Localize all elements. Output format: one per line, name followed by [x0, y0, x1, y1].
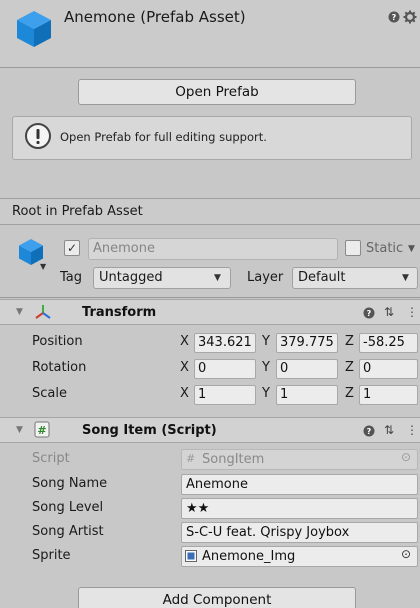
axis-y-label[interactable]: Y: [262, 334, 270, 349]
prefab-cube-icon: [17, 11, 51, 47]
rotation-label: Rotation: [32, 360, 87, 375]
open-prefab-button[interactable]: Open Prefab: [78, 79, 356, 105]
object-picker-icon[interactable]: ⊙: [401, 547, 411, 561]
axis-y-label[interactable]: Y: [262, 360, 270, 375]
scale-x-field[interactable]: 1: [194, 385, 256, 405]
foldout-arrow-icon[interactable]: ▼: [16, 425, 23, 435]
gear-icon[interactable]: [403, 10, 417, 24]
song-level-label: Song Level: [32, 500, 104, 515]
svg-text:?: ?: [367, 427, 372, 436]
root-label: Root in Prefab Asset: [12, 204, 143, 219]
position-label: Position: [32, 334, 83, 349]
kebab-menu-icon[interactable]: ⋮: [406, 305, 418, 319]
sprite-field[interactable]: Anemone_Img: [181, 546, 418, 567]
scale-label: Scale: [32, 386, 67, 401]
song-item-title: Song Item (Script): [82, 423, 217, 438]
active-checkbox[interactable]: ✓: [64, 240, 80, 256]
axis-z-label[interactable]: Z: [345, 386, 354, 401]
transform-axis-icon: [35, 305, 51, 319]
song-level-field[interactable]: ★★: [181, 498, 418, 519]
sprite-asset-icon: [185, 550, 197, 562]
position-y-field[interactable]: 379.775: [276, 333, 338, 353]
sprite-label: Sprite: [32, 548, 71, 563]
song-name-field[interactable]: Anemone: [181, 474, 418, 495]
layer-label: Layer: [247, 270, 284, 285]
svg-text:?: ?: [367, 309, 372, 318]
tag-label: Tag: [60, 270, 83, 285]
object-picker-icon: ⊙: [401, 450, 412, 464]
script-reference-field: SongItem: [181, 449, 418, 470]
axis-z-label[interactable]: Z: [345, 360, 354, 375]
rotation-z-field[interactable]: 0: [359, 359, 418, 379]
axis-x-label[interactable]: X: [180, 334, 189, 349]
script-hash-icon: #: [34, 421, 50, 438]
song-artist-label: Song Artist: [32, 524, 104, 539]
layer-dropdown[interactable]: Default: [292, 267, 418, 289]
svg-text:#: #: [37, 424, 46, 437]
preset-sliders-icon[interactable]: ⇅: [384, 423, 394, 437]
tag-dropdown[interactable]: Untagged: [93, 267, 231, 289]
help-icon[interactable]: ?: [388, 11, 400, 23]
song-name-label: Song Name: [32, 476, 108, 491]
script-file-icon: #: [186, 452, 196, 465]
asset-title: Anemone (Prefab Asset): [64, 8, 246, 26]
axis-y-label[interactable]: Y: [262, 386, 270, 401]
info-exclamation-icon: [25, 123, 51, 149]
static-label: Static: [366, 241, 404, 256]
foldout-arrow-icon[interactable]: ▼: [16, 307, 23, 317]
chevron-down-icon: ▼: [402, 273, 409, 283]
help-message: Open Prefab for full editing support.: [60, 130, 267, 144]
position-z-field[interactable]: -58.25: [359, 333, 418, 353]
scale-z-field[interactable]: 1: [359, 385, 418, 405]
transform-title: Transform: [82, 305, 157, 320]
axis-z-label[interactable]: Z: [345, 334, 354, 349]
transform-header[interactable]: [0, 299, 420, 325]
scale-y-field[interactable]: 1: [276, 385, 338, 405]
kebab-menu-icon[interactable]: ⋮: [406, 423, 418, 437]
svg-text:?: ?: [392, 13, 397, 22]
axis-x-label[interactable]: X: [180, 360, 189, 375]
rotation-x-field[interactable]: 0: [194, 359, 256, 379]
position-x-field[interactable]: 343.621: [194, 333, 256, 353]
help-icon[interactable]: ?: [363, 307, 375, 319]
song-artist-field[interactable]: S-C-U feat. Qrispy Joybox: [181, 522, 418, 543]
chevron-down-icon: ▼: [214, 273, 221, 283]
icon-dropdown-arrow-icon[interactable]: ▼: [40, 262, 46, 271]
axis-x-label[interactable]: X: [180, 386, 189, 401]
add-component-button[interactable]: Add Component: [78, 587, 356, 608]
help-icon[interactable]: ?: [363, 425, 375, 437]
script-label: Script: [32, 451, 70, 466]
static-checkbox[interactable]: [345, 240, 361, 256]
static-dropdown-arrow-icon[interactable]: ▼: [408, 244, 415, 254]
preset-sliders-icon[interactable]: ⇅: [384, 305, 394, 319]
rotation-y-field[interactable]: 0: [276, 359, 338, 379]
gameobject-name-field[interactable]: Anemone: [88, 238, 338, 260]
